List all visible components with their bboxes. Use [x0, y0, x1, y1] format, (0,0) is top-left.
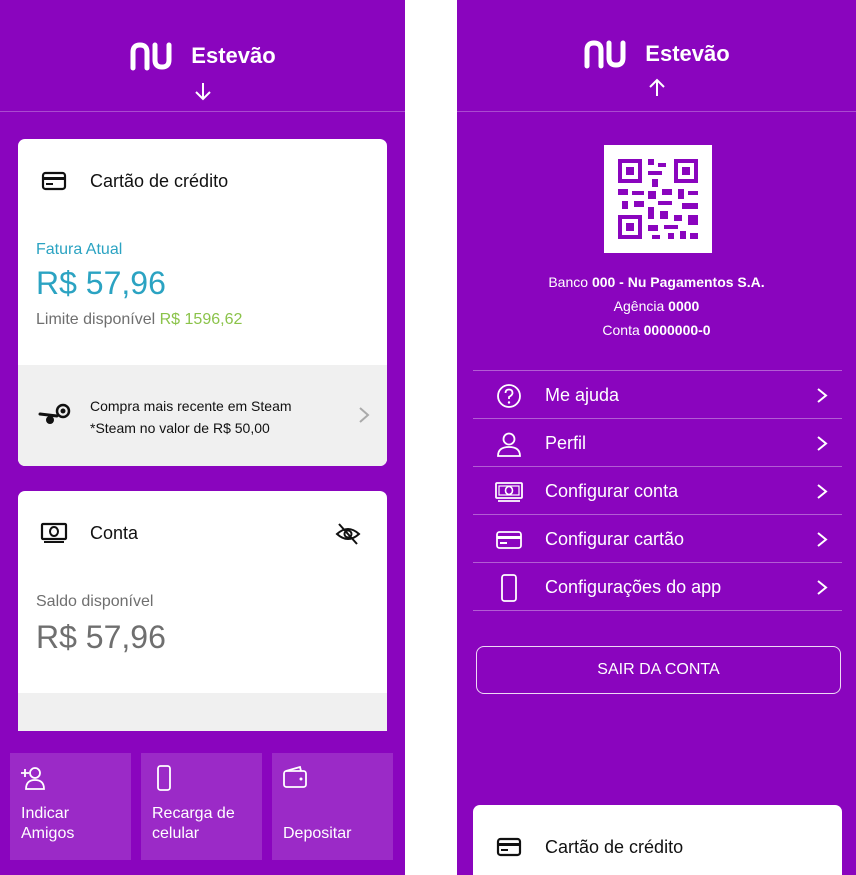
bank-line: Banco 000 - Nu Pagamentos S.A. [457, 270, 856, 294]
shortcut-label-line2: Amigos [21, 825, 75, 842]
bank-label: Banco [548, 274, 589, 290]
shortcut-label: Depositar [283, 824, 351, 844]
shortcut-label: Indicar Amigos [21, 804, 74, 844]
account-header: Conta [40, 519, 138, 547]
user-name: Estevão [191, 43, 276, 68]
profile-icon [497, 432, 521, 457]
shortcut-deposit[interactable]: Depositar [272, 753, 393, 860]
limit-line: Limite disponível R$ 1596,62 [36, 311, 242, 329]
shortcut-label: Recarga de celular [152, 804, 235, 844]
chevron-right-icon [817, 532, 828, 547]
arrow-down-icon[interactable] [192, 80, 214, 102]
qr-code-icon [618, 159, 698, 239]
menu-item-account-settings[interactable]: Configurar conta [473, 467, 842, 515]
limit-label: Limite disponível [36, 311, 156, 328]
chevron-right-icon [817, 484, 828, 499]
account-line: Conta 0000000-0 [457, 318, 856, 342]
eye-off-icon[interactable] [335, 521, 361, 547]
home-screen: Estevão Cartão de crédito Fatura Atual R… [0, 0, 405, 875]
nubank-logo-icon [584, 40, 626, 69]
menu-item-profile[interactable]: Perfil [473, 419, 842, 467]
bank-value: 000 - Nu Pagamentos S.A. [591, 274, 765, 290]
agency-line: Agência 0000 [457, 294, 856, 318]
card-icon [41, 171, 67, 191]
shortcut-label-line1: Recarga de [152, 805, 235, 822]
agency-label: Agência [613, 298, 665, 314]
steam-icon [38, 403, 71, 424]
menu-item-label: Me ajuda [545, 385, 620, 405]
invoice-label: Fatura Atual [36, 241, 123, 258]
money-icon [40, 522, 68, 543]
credit-card-header: Cartão de crédito [495, 833, 683, 861]
menu-item-help[interactable]: Me ajuda [473, 371, 842, 419]
money-icon [495, 482, 523, 502]
recent-purchase-text: Compra mais recente em Steam *Steam no v… [90, 395, 292, 439]
account-label: Conta [602, 322, 640, 338]
user-name: Estevão [645, 41, 730, 66]
logout-button[interactable]: SAIR DA CONTA [476, 646, 841, 694]
limit-value: R$ 1596,62 [159, 311, 243, 328]
bank-info: Banco 000 - Nu Pagamentos S.A. Agência 0… [457, 270, 856, 342]
recent-purchase-line2: *Steam no valor de R$ 50,00 [90, 420, 270, 436]
phone-icon [501, 574, 517, 602]
chevron-right-icon [817, 436, 828, 451]
nubank-logo-icon [130, 42, 172, 71]
chevron-right-icon [817, 388, 828, 403]
shortcut-invite-friends[interactable]: Indicar Amigos [10, 753, 131, 860]
credit-card-header: Cartão de crédito [40, 167, 228, 195]
menu-item-label: Configurar cartão [545, 529, 685, 549]
brand: Estevão [457, 38, 856, 70]
qr-code [604, 145, 712, 253]
add-person-icon [21, 767, 45, 790]
brand: Estevão [0, 40, 405, 72]
profile-menu-screen: Estevão Banco 000 - Nu Pagamentos S.A. A… [457, 0, 856, 875]
credit-card-card[interactable]: Cartão de crédito Fatura Atual R$ 57,96 … [18, 139, 387, 466]
credit-card-card[interactable]: Cartão de crédito [473, 805, 842, 875]
balance-value: R$ 57,96 [36, 619, 166, 655]
chevron-right-icon [817, 580, 828, 595]
header: Estevão [0, 0, 405, 112]
card-icon [496, 837, 522, 857]
balance-label: Saldo disponível [36, 593, 154, 610]
menu-item-app-settings[interactable]: Configurações do app [473, 563, 842, 611]
card-icon [496, 531, 522, 549]
account-footer-strip [18, 693, 387, 731]
header: Estevão [457, 0, 856, 112]
shortcut-phone-recharge[interactable]: Recarga de celular [141, 753, 262, 860]
wallet-icon [283, 765, 307, 788]
chevron-right-icon [359, 407, 370, 423]
shortcuts-bar: Indicar Amigos Recarga de celular Deposi… [10, 753, 393, 860]
shortcut-label-line2: celular [152, 825, 200, 842]
menu-item-label: Configurações do app [545, 577, 722, 597]
shortcut-label-line1: Indicar [21, 805, 70, 822]
phone-icon [157, 765, 171, 791]
credit-card-title: Cartão de crédito [545, 836, 684, 857]
shortcut-label-line1: Depositar [283, 825, 352, 842]
account-value: 0000000-0 [643, 322, 711, 338]
menu-item-card-settings[interactable]: Configurar cartão [473, 515, 842, 563]
help-icon [497, 384, 521, 408]
recent-purchase-line1: Compra mais recente em Steam [90, 398, 292, 414]
settings-menu: Me ajuda Perfil Configurar conta Configu… [473, 370, 842, 611]
credit-card-title: Cartão de crédito [90, 170, 229, 191]
arrow-up-icon[interactable] [646, 77, 668, 99]
account-title: Conta [90, 522, 139, 543]
agency-value: 0000 [668, 298, 700, 314]
invoice-value: R$ 57,96 [36, 265, 166, 301]
recent-purchase[interactable]: Compra mais recente em Steam *Steam no v… [18, 365, 387, 466]
menu-item-label: Configurar conta [545, 481, 679, 501]
account-card[interactable]: Conta Saldo disponível R$ 57,96 [18, 491, 387, 731]
menu-item-label: Perfil [545, 433, 587, 453]
